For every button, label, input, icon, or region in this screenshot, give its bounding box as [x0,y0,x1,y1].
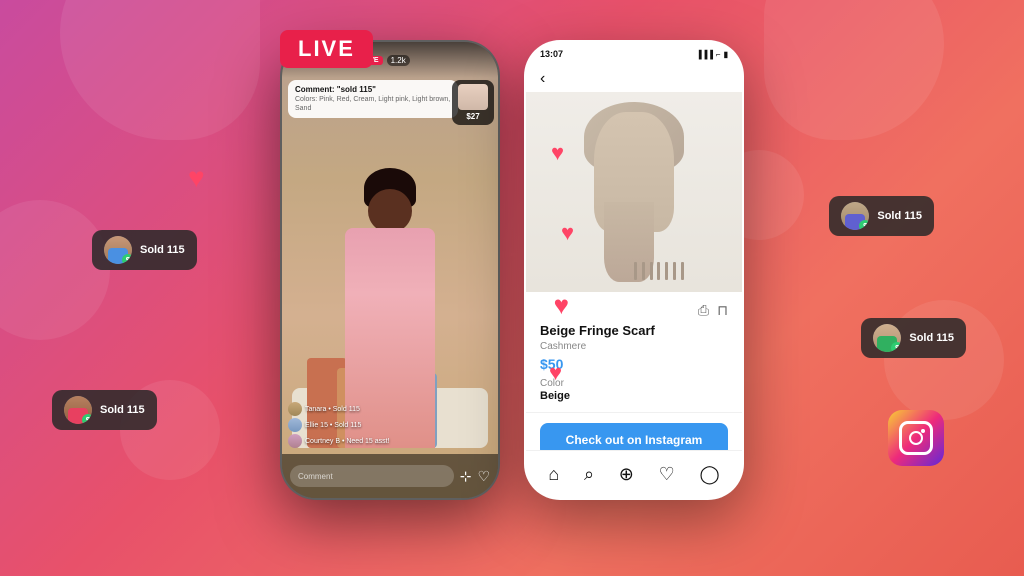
instagram-logo-icon [899,421,933,455]
share-icon[interactable]: ⊹ [460,468,472,485]
fringe-1 [634,262,637,280]
fringe-7 [681,262,684,280]
ig-add-icon[interactable]: ⊕ [619,464,634,485]
sold-text-1: Sold 115 [140,244,185,256]
bg-decoration-2 [0,200,110,340]
bookmark-action-icon[interactable]: ⊓ [717,302,728,319]
chat-text-3: Courtney B • Need 15 asst! [305,438,390,445]
sold-text-4: Sold 115 [909,332,954,344]
instagram-logo-circle [909,431,923,445]
live-badge: LIVE [280,30,373,68]
heart-icon-2: ♥ [561,220,574,246]
battery-icon: ▮ [724,50,728,59]
ig-color-label: Color [540,378,728,389]
scarf-illustration [574,102,694,282]
ig-product-name: Beige Fringe Scarf [540,323,728,340]
sold-avatar-3: $ [841,202,869,230]
chat-text-1: Tanara • Sold 115 [305,406,360,413]
phones-container: Inspired thread LIVE 1.2k Comment: "sold… [132,40,892,550]
instagram-logo-dot [921,429,925,433]
ig-product-price: $50 [540,356,728,372]
heart-icon-5: ♥ [188,162,205,194]
ig-search-icon[interactable]: ⌕ [584,464,594,485]
fringe-6 [673,262,676,280]
ig-heart-icon[interactable]: ♡ [659,464,675,485]
product-thumbnail [458,84,488,110]
tiktok-bottom-bar: Comment ⊹ ♡ [282,454,498,498]
comment-title: Comment: "sold 115" [295,85,451,94]
person-head [368,189,412,233]
heart-icon-3: ♥ [554,290,569,321]
fringe-5 [665,262,668,280]
scarf-fringe [632,262,686,282]
scarf-tail [604,202,654,282]
signal-icon: ▐▐▐ [696,50,713,59]
sold-text-3: Sold 115 [877,210,922,222]
sold-bubble-2: $ Sold 115 [52,390,157,430]
sold-bubble-3: $ Sold 115 [829,196,934,236]
sold-avatar-2: $ [64,396,92,424]
heart-nav-icon[interactable]: ♡ [477,468,490,485]
ig-product-image [526,92,742,292]
chat-text-2: Ellie 15 • Sold 115 [305,422,361,429]
sold-text-2: Sold 115 [100,404,145,416]
sold-avatar-1: $ [104,236,132,264]
comment-colors: Colors: Pink, Red, Cream, Light pink, Li… [295,95,451,113]
dollar-badge-3: $ [859,220,869,230]
fringe-3 [650,262,653,280]
ig-signal-icons: ▐▐▐ ⌐ ▮ [696,50,728,59]
comment-overlay: Comment: "sold 115" Colors: Pink, Red, C… [288,80,458,118]
dollar-badge-1: $ [122,254,132,264]
viewer-count: 1.2k [387,55,410,66]
product-chip-price: $27 [458,112,488,121]
ig-home-icon[interactable]: ⌂ [548,464,559,485]
instagram-logo-bubble [888,410,944,466]
ig-color-value: Beige [540,390,728,402]
chat-avatar-1 [288,402,302,416]
instagram-phone: 13:07 ▐▐▐ ⌐ ▮ ‹ [524,40,744,500]
dollar-badge-2: $ [82,414,92,424]
sold-bubble-4: $ Sold 115 [861,318,966,358]
ig-bottom-nav: ⌂ ⌕ ⊕ ♡ ◯ [526,450,742,498]
ig-product-material: Cashmere [540,341,728,352]
chat-avatar-2 [288,418,302,432]
chat-avatar-3 [288,434,302,448]
heart-icon-4: ♥ [549,360,562,386]
dollar-badge-4: $ [891,342,901,352]
share-action-icon[interactable]: ⎙ [698,302,709,319]
sold-bubble-1: $ Sold 115 [92,230,197,270]
chat-area: Tanara • Sold 115 Ellie 15 • Sold 115 Co… [288,402,492,450]
tiktok-screen: Inspired thread LIVE 1.2k Comment: "sold… [282,42,498,498]
tiktok-phone: Inspired thread LIVE 1.2k Comment: "sold… [280,40,500,500]
chat-message-2: Ellie 15 • Sold 115 [288,418,492,432]
sold-avatar-4: $ [873,324,901,352]
product-price-chip[interactable]: $27 [452,80,494,125]
comment-placeholder: Comment [298,472,333,481]
ig-back-button[interactable]: ‹ [526,66,742,92]
ig-profile-icon[interactable]: ◯ [699,464,719,485]
ig-status-bar: 13:07 ▐▐▐ ⌐ ▮ [526,42,742,66]
heart-icon-1: ♥ [551,140,564,166]
fringe-4 [657,262,660,280]
fringe-2 [642,262,645,280]
wifi-icon: ⌐ [716,50,721,59]
chat-message-3: Courtney B • Need 15 asst! [288,434,492,448]
chat-message-1: Tanara • Sold 115 [288,402,492,416]
ig-time: 13:07 [540,49,563,59]
comment-input[interactable]: Comment [290,465,454,487]
